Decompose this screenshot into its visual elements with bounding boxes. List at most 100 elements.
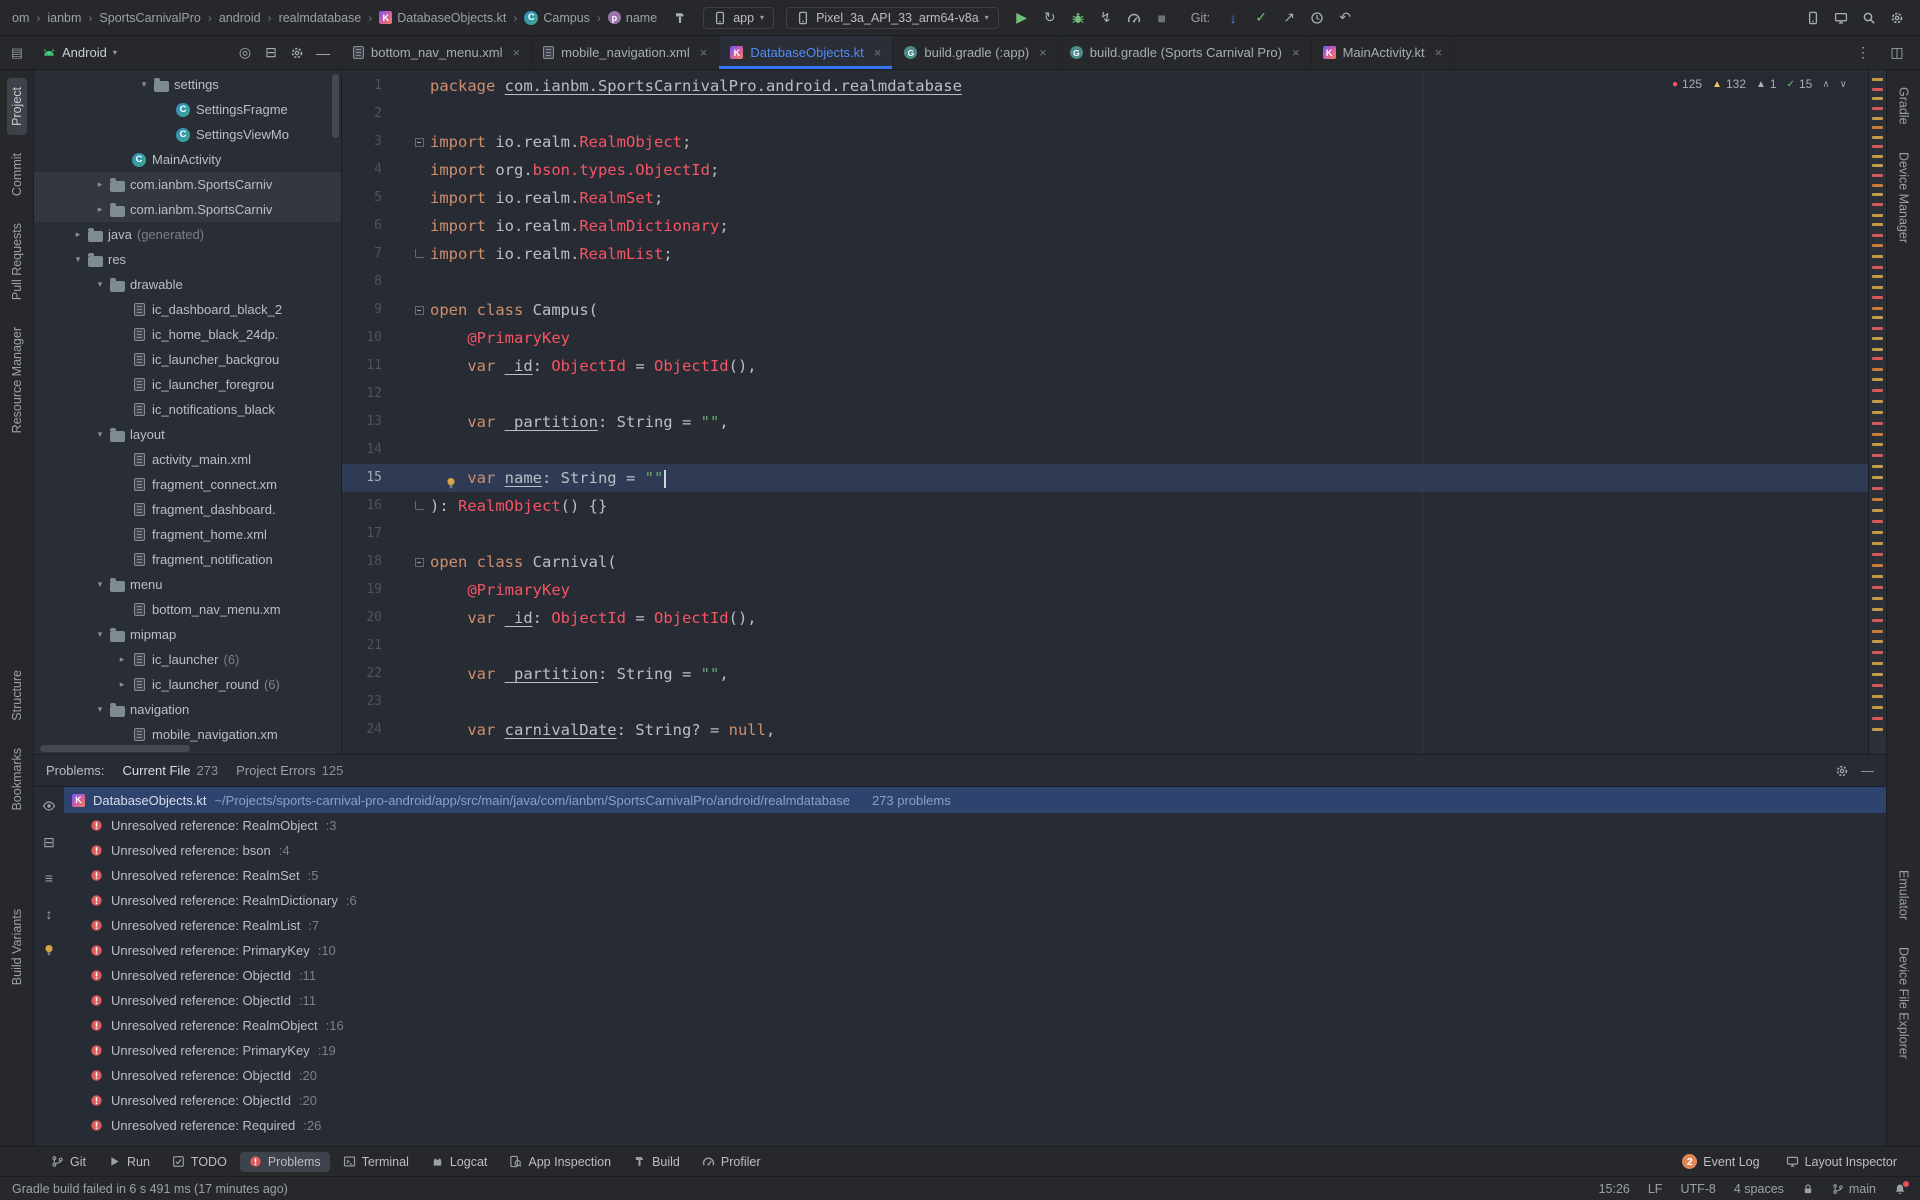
tree-item[interactable]: ▸com.ianbm.SportsCarniv [34, 197, 341, 222]
settings-icon[interactable] [1886, 7, 1908, 29]
problem-row[interactable]: Unresolved reference: ObjectId:20 [64, 1063, 1886, 1088]
problem-row[interactable]: Unresolved reference: ObjectId:11 [64, 988, 1886, 1013]
tree-item[interactable]: ▾res [34, 247, 341, 272]
tool-window-button-profiler[interactable]: Profiler [693, 1152, 770, 1172]
tool-strip-item-bookmarks[interactable]: Bookmarks [7, 739, 27, 820]
problem-row[interactable]: Unresolved reference: PrimaryKey:10 [64, 938, 1886, 963]
tool-strip-item-commit[interactable]: Commit [7, 144, 27, 205]
tree-item[interactable]: ic_home_black_24dp. [34, 322, 341, 347]
select-opened-file-icon[interactable]: ◎ [234, 42, 256, 64]
code-line[interactable]: 7import io.realm.RealmList; [342, 240, 1868, 268]
tree-item[interactable]: ▾layout [34, 422, 341, 447]
tree-item[interactable]: ▾navigation [34, 697, 341, 722]
code-line[interactable]: 21 [342, 632, 1868, 660]
device-manager-icon[interactable] [1802, 7, 1824, 29]
status-item[interactable]: LF [1648, 1182, 1663, 1196]
code-line[interactable]: 20 var _id: ObjectId = ObjectId(), [342, 604, 1868, 632]
tree-chevron-icon[interactable]: ▸ [92, 204, 108, 215]
notifications-widget[interactable] [1894, 1183, 1906, 1195]
tree-item[interactable]: fragment_connect.xm [34, 472, 341, 497]
rollback-icon[interactable]: ↶ [1334, 7, 1356, 29]
status-item[interactable]: UTF-8 [1680, 1182, 1715, 1196]
problem-row[interactable]: Unresolved reference: RealmSet:5 [64, 863, 1886, 888]
tree-item[interactable]: ▾menu [34, 572, 341, 597]
editor-tab[interactable]: Gbuild.gradle (Sports Carnival Pro)× [1059, 36, 1312, 69]
breadcrumb-item[interactable]: SportsCarnivalPro [99, 11, 200, 25]
tool-strip-item-build-variants[interactable]: Build Variants [7, 900, 27, 994]
editor-tab[interactable]: Gbuild.gradle (:app)× [893, 36, 1058, 69]
code-line[interactable]: 3import io.realm.RealmObject; [342, 128, 1868, 156]
breadcrumb-item[interactable]: om [12, 11, 29, 25]
collapse-all-icon[interactable]: ⊟ [260, 42, 282, 64]
tool-window-button-problems[interactable]: Problems [240, 1152, 330, 1172]
tool-window-button-logcat[interactable]: Logcat [422, 1152, 497, 1172]
status-message[interactable]: Gradle build failed in 6 s 491 ms (17 mi… [12, 1182, 288, 1196]
problems-settings-icon[interactable] [1835, 764, 1849, 778]
tool-strip-item-gradle[interactable]: Gradle [1894, 78, 1914, 134]
tool-window-button-build[interactable]: Build [624, 1152, 689, 1172]
code-line[interactable]: 12 [342, 380, 1868, 408]
code-line[interactable]: 9open class Campus( [342, 296, 1868, 324]
tree-item[interactable]: ▾settings [34, 72, 341, 97]
tree-item[interactable]: ▸java(generated) [34, 222, 341, 247]
search-everywhere-icon[interactable] [1858, 7, 1880, 29]
tree-chevron-icon[interactable]: ▸ [70, 229, 86, 240]
tool-window-button-layout-inspector[interactable]: Layout Inspector [1777, 1151, 1906, 1172]
tree-item[interactable]: activity_main.xml [34, 447, 341, 472]
tool-strip-item-resource-manager[interactable]: Resource Manager [7, 318, 27, 442]
fold-marker[interactable] [410, 138, 428, 147]
readonly-lock-icon[interactable] [1802, 1183, 1814, 1195]
problem-row[interactable]: Unresolved reference: ObjectId:20 [64, 1088, 1886, 1113]
update-project-icon[interactable]: ↓ [1222, 7, 1244, 29]
run-configuration-select[interactable]: app ▾ [703, 7, 774, 29]
problem-row[interactable]: Unresolved reference: bson:4 [64, 838, 1886, 863]
fold-marker[interactable] [410, 503, 428, 510]
problem-row[interactable]: Unresolved reference: RealmObject:16 [64, 1013, 1886, 1038]
mirror-device-icon[interactable] [1830, 7, 1852, 29]
breadcrumb-item[interactable]: pname [608, 11, 657, 25]
code-line[interactable]: 2 [342, 100, 1868, 128]
tree-item[interactable]: fragment_notification [34, 547, 341, 572]
apply-changes-icon[interactable]: ↻ [1039, 7, 1061, 29]
code-line[interactable]: 23 [342, 688, 1868, 716]
tool-strip-item-project[interactable]: Project [7, 78, 27, 135]
tree-chevron-icon[interactable]: ▾ [70, 254, 86, 265]
code-line[interactable]: 22 var _partition: String = "", [342, 660, 1868, 688]
error-stripe[interactable] [1868, 70, 1886, 754]
problem-row[interactable]: Unresolved reference: RealmList:7 [64, 913, 1886, 938]
tree-horizontal-scrollbar[interactable] [40, 745, 190, 752]
tree-item[interactable]: CMainActivity [34, 147, 341, 172]
tree-item[interactable]: fragment_home.xml [34, 522, 341, 547]
tree-chevron-icon[interactable]: ▸ [92, 179, 108, 190]
status-item[interactable]: 4 spaces [1734, 1182, 1784, 1196]
editor-tab[interactable]: mobile_navigation.xml× [532, 36, 719, 69]
code-line[interactable]: 13 var _partition: String = "", [342, 408, 1868, 436]
tree-chevron-icon[interactable]: ▾ [136, 79, 152, 90]
code-line[interactable]: 1package com.ianbm.SportsCarnivalPro.and… [342, 72, 1868, 100]
tool-strip-item-emulator[interactable]: Emulator [1894, 861, 1914, 929]
tree-chevron-icon[interactable]: ▾ [92, 279, 108, 290]
tree-item[interactable]: ▾mipmap [34, 622, 341, 647]
code-editor[interactable]: ●125▲132▲1✓15∧∨ 1package com.ianbm.Sport… [342, 70, 1868, 754]
tree-item[interactable]: CSettingsViewMo [34, 122, 341, 147]
tool-window-button-git[interactable]: Git [42, 1152, 95, 1172]
close-tab-icon[interactable]: × [513, 45, 521, 60]
tool-strip-item-device-file-explorer[interactable]: Device File Explorer [1894, 938, 1914, 1068]
code-line[interactable]: 10 @PrimaryKey [342, 324, 1868, 352]
quick-fixes-bulb-icon[interactable] [38, 939, 60, 961]
problem-row[interactable]: Unresolved reference: RealmObject:3 [64, 813, 1886, 838]
device-select[interactable]: Pixel_3a_API_33_arm64-v8a ▾ [786, 7, 999, 29]
editor-tab[interactable]: KMainActivity.kt× [1312, 36, 1455, 69]
tree-chevron-icon[interactable]: ▾ [92, 429, 108, 440]
tool-window-button-run[interactable]: Run [99, 1152, 159, 1172]
tool-window-button-event-log[interactable]: 2Event Log [1673, 1151, 1768, 1172]
close-tab-icon[interactable]: × [1039, 45, 1047, 60]
code-line[interactable]: 16): RealmObject() {} [342, 492, 1868, 520]
problem-row[interactable]: Unresolved reference: Required:26 [64, 1113, 1886, 1138]
tree-vertical-scrollbar[interactable] [332, 74, 339, 138]
stop-button[interactable]: ■ [1151, 7, 1173, 29]
panel-settings-icon[interactable] [286, 42, 308, 64]
breadcrumb-item[interactable]: realmdatabase [279, 11, 362, 25]
tool-window-button-todo[interactable]: TODO [163, 1152, 236, 1172]
tool-window-button-terminal[interactable]: Terminal [334, 1152, 418, 1172]
